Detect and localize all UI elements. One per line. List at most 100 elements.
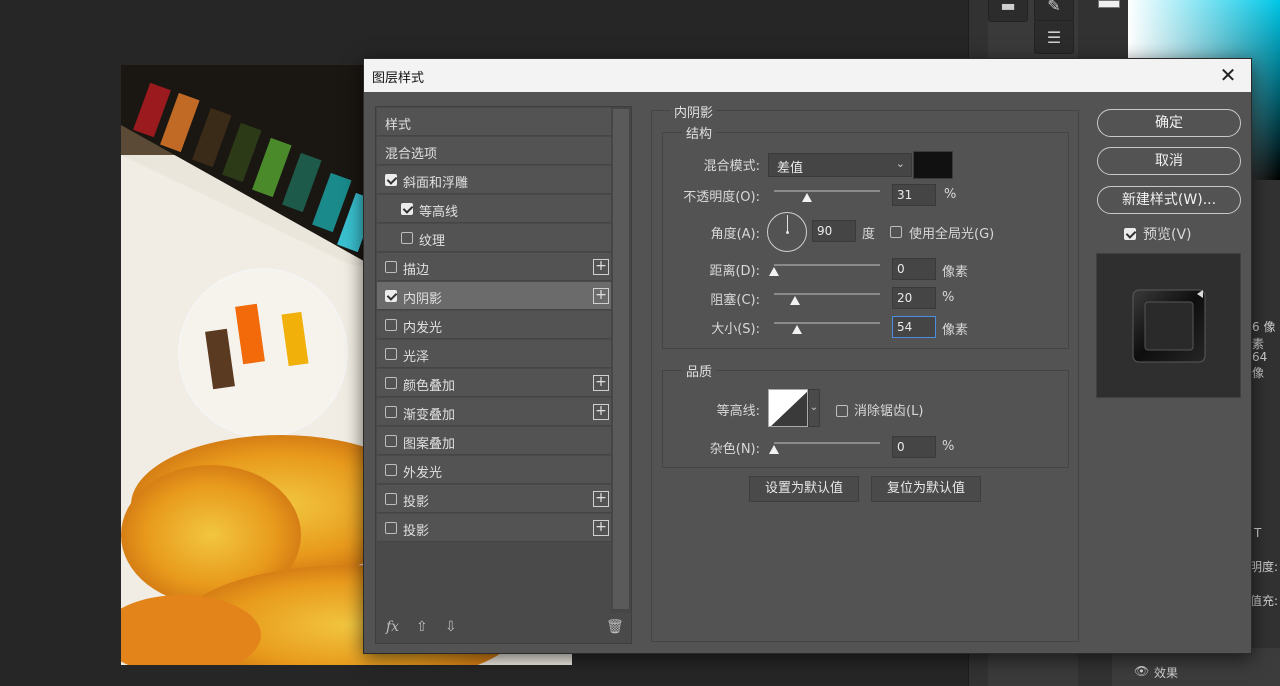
style-item[interactable]: 内发光 <box>377 311 612 339</box>
style-item[interactable]: 颜色叠加 + <box>377 369 612 397</box>
fx-menu-icon[interactable]: fx <box>386 619 399 635</box>
style-item-label: 图案叠加 <box>403 437 456 452</box>
styles-list: 样式 混合选项 斜面和浮雕 等高线 纹理 描边 + 内阴影 + 内发光 光泽 颜色叠加 + 渐变叠加 + 图案… <box>375 106 632 644</box>
side-pixel-value-b: 64 像 <box>1252 350 1268 380</box>
style-item[interactable]: 混合选项 <box>377 137 612 165</box>
add-effect-icon[interactable]: + <box>593 404 609 420</box>
set-default-button[interactable]: 设置为默认值 <box>749 476 859 502</box>
preview-thumbnail <box>1132 289 1206 363</box>
brush-tool-button[interactable]: ✎ <box>1034 0 1074 22</box>
noise-slider-thumb[interactable] <box>769 445 779 454</box>
foreground-color-swatch[interactable] <box>1098 0 1120 8</box>
style-item[interactable]: 斜面和浮雕 <box>377 166 612 194</box>
side-pixel-value-a: 6 像素 <box>1252 320 1276 351</box>
trash-icon[interactable]: 🗑 <box>606 619 624 635</box>
style-item[interactable]: 图案叠加 <box>377 427 612 455</box>
style-item[interactable]: 描边 + <box>377 253 612 281</box>
add-effect-icon[interactable]: + <box>593 520 609 536</box>
comment-tool-button[interactable]: ▬ <box>988 0 1028 22</box>
move-up-icon[interactable]: ⇧ <box>416 619 428 635</box>
distance-slider[interactable] <box>774 264 880 266</box>
choke-input[interactable]: 20 <box>892 287 936 309</box>
add-effect-icon[interactable]: + <box>593 491 609 507</box>
style-item-checkbox[interactable] <box>401 232 413 244</box>
style-item-checkbox[interactable] <box>385 377 397 389</box>
section-title: 内阴影 <box>670 102 718 121</box>
type-tool-icon[interactable]: T <box>1254 526 1261 540</box>
size-unit: 像素 <box>942 323 969 338</box>
blend-mode-select[interactable]: 差值 ⌄ <box>768 153 912 177</box>
use-global-light-checkbox[interactable] <box>890 226 902 238</box>
scrollbar-thumb[interactable] <box>613 109 629 609</box>
side-opacity-label: 明度: <box>1250 560 1279 574</box>
add-effect-icon[interactable]: + <box>593 288 609 304</box>
style-item-label: 投影 <box>403 495 430 510</box>
shadow-color-swatch[interactable] <box>913 151 953 179</box>
opacity-slider[interactable] <box>774 190 880 192</box>
style-item-checkbox[interactable] <box>401 203 413 215</box>
size-label: 大小(S): <box>711 322 760 337</box>
anti-alias-label: 消除锯齿(L) <box>854 404 924 419</box>
styles-scrollbar[interactable] <box>611 107 631 613</box>
adjust-tool-button[interactable]: ☰ <box>1034 20 1074 54</box>
use-global-light-label: 使用全局光(G) <box>909 227 995 242</box>
choke-slider-thumb[interactable] <box>790 296 801 305</box>
size-slider[interactable] <box>774 322 880 324</box>
style-item[interactable]: 内阴影 + <box>377 282 612 310</box>
inner-shadow-settings: 内阴影 结构 混合模式: 差值 ⌄ 不透明度(O): 31 % 角度(A): 9… <box>651 102 1079 642</box>
opacity-slider-thumb[interactable] <box>801 193 812 202</box>
eye-icon[interactable]: 👁 <box>1134 664 1149 678</box>
anti-alias-checkbox[interactable] <box>836 405 848 417</box>
style-item-checkbox[interactable] <box>385 319 397 331</box>
style-item-checkbox[interactable] <box>385 493 397 505</box>
opacity-input[interactable]: 31 <box>892 184 936 206</box>
style-item[interactable]: 光泽 <box>377 340 612 368</box>
style-item[interactable]: 样式 <box>377 108 612 136</box>
reset-default-button[interactable]: 复位为默认值 <box>871 476 981 502</box>
ok-button[interactable]: 确定 <box>1097 109 1241 137</box>
style-item-label: 描边 <box>403 263 430 278</box>
style-item-checkbox[interactable] <box>385 261 397 273</box>
distance-label: 距离(D): <box>709 264 760 279</box>
add-effect-icon[interactable]: + <box>593 259 609 275</box>
distance-slider-thumb[interactable] <box>769 267 779 276</box>
style-item-label: 颜色叠加 <box>403 379 456 394</box>
style-item-label: 样式 <box>385 118 412 133</box>
style-item-checkbox[interactable] <box>385 435 397 447</box>
contour-dropdown[interactable]: ⌄ <box>808 389 820 427</box>
style-item-label: 外发光 <box>403 466 443 481</box>
cancel-button[interactable]: 取消 <box>1097 147 1241 175</box>
preview-label: 预览(V) <box>1143 227 1192 243</box>
style-item[interactable]: 等高线 <box>377 195 612 223</box>
style-preview <box>1096 253 1241 398</box>
size-slider-thumb[interactable] <box>792 325 803 334</box>
size-input[interactable]: 54 <box>892 316 936 338</box>
noise-slider[interactable] <box>774 442 880 444</box>
choke-slider[interactable] <box>774 293 880 295</box>
style-item-checkbox[interactable] <box>385 464 397 476</box>
style-item[interactable]: 纹理 <box>377 224 612 252</box>
style-item[interactable]: 渐变叠加 + <box>377 398 612 426</box>
style-item-checkbox[interactable] <box>385 348 397 360</box>
style-item[interactable]: 外发光 <box>377 456 612 484</box>
style-item-checkbox[interactable] <box>385 174 397 186</box>
new-style-button[interactable]: 新建样式(W)... <box>1097 186 1241 214</box>
layer-style-dialog: 图层样式 ✕ 样式 混合选项 斜面和浮雕 等高线 纹理 描边 + 内阴影 + 内发光 光泽 颜色叠加 +… <box>363 58 1252 654</box>
close-icon[interactable]: ✕ <box>1217 64 1239 86</box>
contour-curve-icon <box>771 391 807 426</box>
move-down-icon[interactable]: ⇩ <box>445 619 457 635</box>
dialog-titlebar[interactable]: 图层样式 ✕ <box>364 59 1251 92</box>
style-item-checkbox[interactable] <box>385 406 397 418</box>
contour-picker[interactable] <box>768 389 808 427</box>
angle-input[interactable]: 90 <box>812 220 856 242</box>
style-item-checkbox[interactable] <box>385 290 397 302</box>
noise-input[interactable]: 0 <box>892 436 936 458</box>
angle-label: 角度(A): <box>710 227 760 242</box>
add-effect-icon[interactable]: + <box>593 375 609 391</box>
preview-checkbox[interactable] <box>1124 228 1136 240</box>
angle-dial[interactable] <box>767 212 807 252</box>
style-item-checkbox[interactable] <box>385 522 397 534</box>
distance-input[interactable]: 0 <box>892 258 936 280</box>
style-item[interactable]: 投影 + <box>377 514 612 542</box>
style-item[interactable]: 投影 + <box>377 485 612 513</box>
